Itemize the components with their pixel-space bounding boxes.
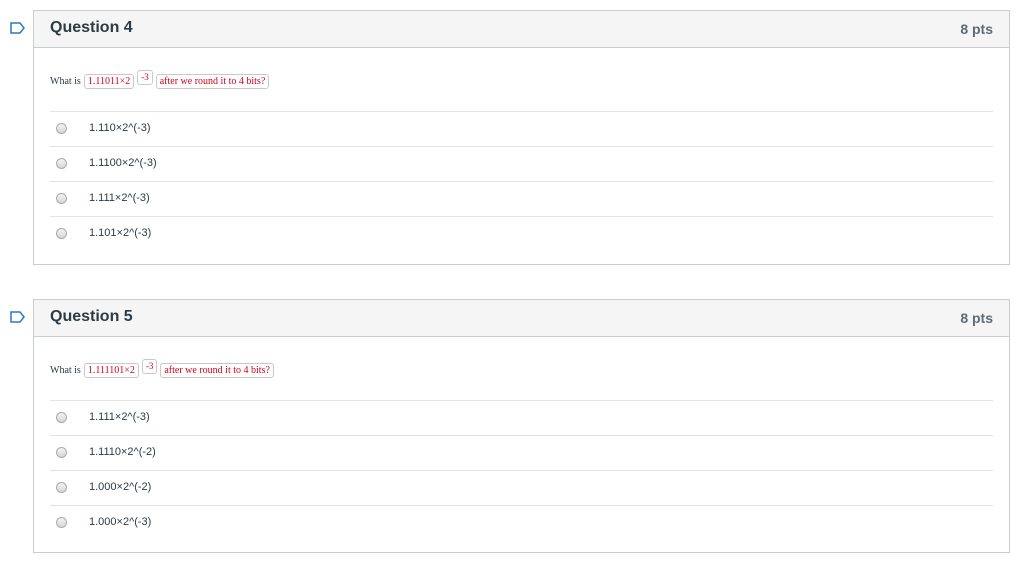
answer-label: 1.111×2^(-3) (89, 192, 150, 204)
question-points: 8 pts (960, 21, 993, 37)
radio-button[interactable] (56, 517, 67, 528)
answer-label: 1.1110×2^(-2) (89, 446, 156, 458)
prompt-suffix: after we round it to 4 bits? (155, 74, 270, 89)
radio-button[interactable] (56, 412, 67, 423)
question-title: Question 4 (50, 19, 133, 36)
question-prompt: What is 1.11011×2 -3 after we round it t… (50, 48, 993, 112)
answer-option[interactable]: 1.110×2^(-3) (50, 112, 993, 147)
answer-label: 1.110×2^(-3) (89, 122, 151, 134)
question-points: 8 pts (960, 310, 993, 326)
answer-label: 1.000×2^(-2) (89, 481, 152, 493)
question-5-card: Question 5 8 pts What is 1.111101×2 -3 a… (10, 299, 1010, 553)
question-title: Question 5 (50, 308, 133, 325)
prompt-suffix: after we round it to 4 bits? (160, 363, 274, 378)
answer-label: 1.1100×2^(-3) (89, 157, 157, 169)
prompt-exponent: -3 (137, 70, 153, 85)
answer-option[interactable]: 1.000×2^(-3) (50, 506, 993, 540)
answer-option[interactable]: 1.111×2^(-3) (50, 182, 993, 217)
answer-option[interactable]: 1.1100×2^(-3) (50, 147, 993, 182)
answer-option[interactable]: 1.111×2^(-3) (50, 401, 993, 436)
radio-button[interactable] (56, 447, 67, 458)
question-header: Question 5 8 pts (34, 300, 1009, 337)
radio-button[interactable] (56, 228, 67, 239)
prompt-mantissa: 1.11011×2 (83, 74, 135, 89)
prompt-prefix: What is (50, 76, 81, 87)
answer-label: 1.101×2^(-3) (89, 227, 152, 239)
radio-button[interactable] (56, 482, 67, 493)
answer-option[interactable]: 1.000×2^(-2) (50, 471, 993, 506)
prompt-prefix: What is (50, 365, 81, 376)
answer-option[interactable]: 1.101×2^(-3) (50, 217, 993, 251)
radio-button[interactable] (56, 123, 67, 134)
answer-label: 1.000×2^(-3) (89, 516, 152, 528)
radio-button[interactable] (56, 193, 67, 204)
flag-question-icon[interactable] (10, 311, 25, 323)
answer-label: 1.111×2^(-3) (89, 411, 150, 423)
question-4-card: Question 4 8 pts What is 1.11011×2 -3 af… (10, 10, 1010, 265)
question-prompt: What is 1.111101×2 -3 after we round it … (50, 337, 993, 401)
answer-option[interactable]: 1.1110×2^(-2) (50, 436, 993, 471)
prompt-exponent: -3 (141, 359, 158, 374)
question-header: Question 4 8 pts (34, 11, 1009, 48)
prompt-mantissa: 1.111101×2 (83, 363, 139, 378)
radio-button[interactable] (56, 158, 67, 169)
flag-question-icon[interactable] (10, 22, 25, 34)
